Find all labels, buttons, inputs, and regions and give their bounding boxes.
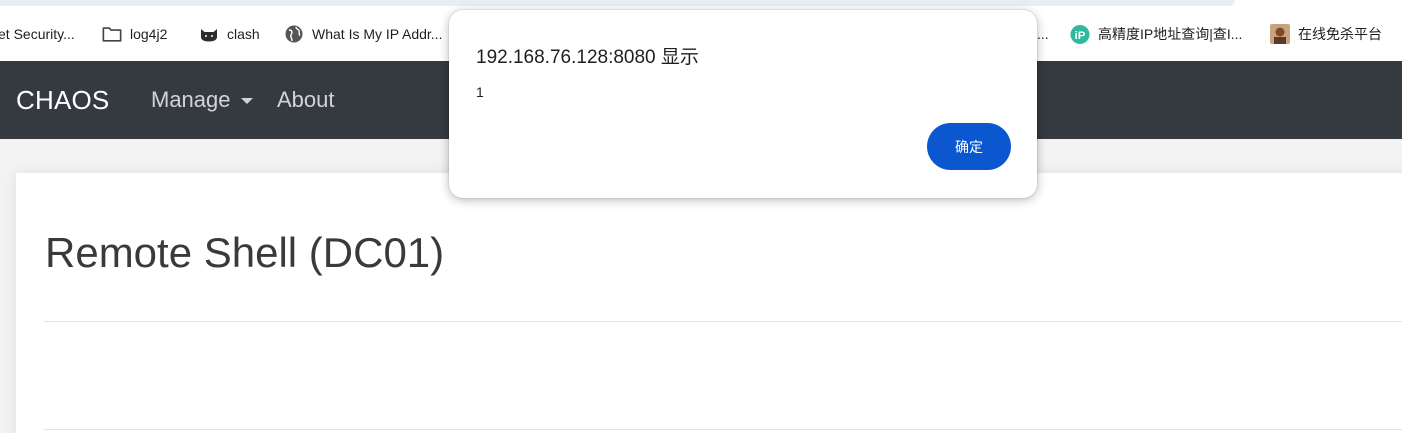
bookmark-label: 在线免杀平台 xyxy=(1298,26,1382,42)
caret-down-icon xyxy=(240,98,253,104)
page-title: Remote Shell (DC01) xyxy=(45,229,445,276)
bookmark-log4j2[interactable]: log4j2 xyxy=(102,20,167,48)
bookmark-clash[interactable]: clash xyxy=(199,20,260,48)
bookmark-label: 高精度IP地址查询|查I... xyxy=(1098,26,1243,42)
omnibox-edge xyxy=(0,0,1235,6)
bookmark-truncated[interactable]: ... xyxy=(1037,20,1049,48)
ok-button[interactable]: 确定 xyxy=(927,123,1011,170)
cat-icon xyxy=(199,24,219,44)
bookmark-online-av[interactable]: 在线免杀平台 xyxy=(1270,20,1382,48)
ip-icon: iP xyxy=(1070,24,1090,44)
bookmark-label: What Is My IP Addr... xyxy=(312,26,443,42)
globe-icon xyxy=(284,24,304,44)
bookmark-label: log4j2 xyxy=(130,26,168,42)
bookmark-label: et Security... xyxy=(0,26,75,42)
bookmark-ip-lookup[interactable]: iP 高精度IP地址查询|查I... xyxy=(1070,20,1242,48)
bookmark-label: ... xyxy=(1037,26,1049,42)
divider xyxy=(44,429,1402,430)
divider xyxy=(44,321,1402,322)
dialog-message: 1 xyxy=(476,84,484,100)
brand-link[interactable]: CHAOS xyxy=(16,85,109,116)
bookmark-what-is-my-ip[interactable]: What Is My IP Addr... xyxy=(284,20,442,48)
svg-text:iP: iP xyxy=(1075,29,1086,41)
bookmark-label: clash xyxy=(227,26,260,42)
avatar-icon xyxy=(1270,24,1290,44)
alert-dialog: 192.168.76.128:8080 显示 1 确定 xyxy=(449,10,1037,198)
about-link[interactable]: About xyxy=(277,87,335,113)
content-card: Remote Shell (DC01) xyxy=(16,173,1402,433)
dialog-title: 192.168.76.128:8080 显示 xyxy=(476,47,699,68)
manage-dropdown[interactable]: Manage xyxy=(151,87,253,113)
folder-icon xyxy=(102,24,122,44)
bookmark-security[interactable]: et Security... xyxy=(0,20,75,48)
manage-label: Manage xyxy=(151,87,231,112)
